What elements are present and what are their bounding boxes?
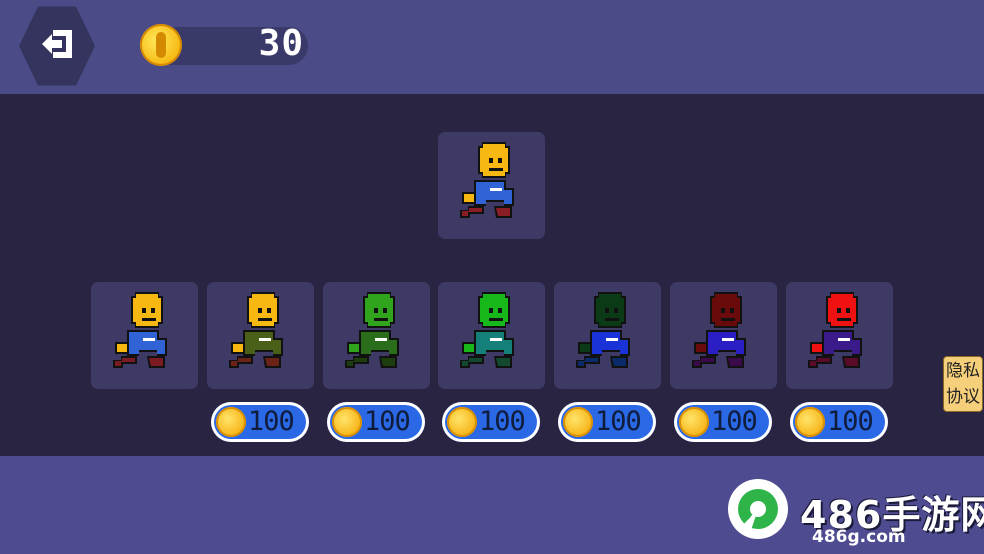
price-label: 100 <box>595 406 642 437</box>
character-sprite <box>113 292 167 368</box>
character-slot[interactable] <box>438 282 545 389</box>
character-slot[interactable] <box>670 282 777 389</box>
coin-icon <box>563 407 593 437</box>
character-sprite <box>808 292 862 368</box>
selected-character-sprite <box>460 142 514 218</box>
buy-price-button[interactable]: 100 <box>327 402 425 442</box>
character-sprite <box>345 292 399 368</box>
character-sprite <box>576 292 630 368</box>
character-slot[interactable] <box>207 282 314 389</box>
coin-icon <box>795 407 825 437</box>
price-label: 100 <box>364 406 411 437</box>
coin-icon <box>679 407 709 437</box>
character-sprite <box>460 292 514 368</box>
coin-count: 30 <box>258 23 304 64</box>
price-label: 100 <box>711 406 758 437</box>
gold-coin-icon <box>140 24 182 66</box>
character-slot[interactable] <box>323 282 430 389</box>
price-label: 100 <box>248 406 295 437</box>
watermark-logo-icon <box>728 479 788 539</box>
price-label: 100 <box>827 406 874 437</box>
character-slot[interactable] <box>91 282 198 389</box>
coin-icon <box>332 407 362 437</box>
selected-character-slot <box>438 132 545 239</box>
buy-price-button[interactable]: 100 <box>674 402 772 442</box>
watermark-url: 486g.com <box>812 527 906 547</box>
coin-icon <box>216 407 246 437</box>
privacy-label-line2: 协议 <box>946 387 980 407</box>
buy-price-button[interactable]: 100 <box>790 402 888 442</box>
price-label: 100 <box>479 406 526 437</box>
exit-arrow-icon <box>42 30 72 58</box>
character-slot[interactable] <box>554 282 661 389</box>
character-sprite <box>229 292 283 368</box>
character-sprite <box>692 292 746 368</box>
coin-icon <box>447 407 477 437</box>
buy-price-button[interactable]: 100 <box>211 402 309 442</box>
buy-price-button[interactable]: 100 <box>558 402 656 442</box>
privacy-policy-button[interactable]: 隐私 协议 <box>943 356 983 412</box>
privacy-label-line1: 隐私 <box>946 361 980 381</box>
buy-price-button[interactable]: 100 <box>442 402 540 442</box>
character-slot[interactable] <box>786 282 893 389</box>
